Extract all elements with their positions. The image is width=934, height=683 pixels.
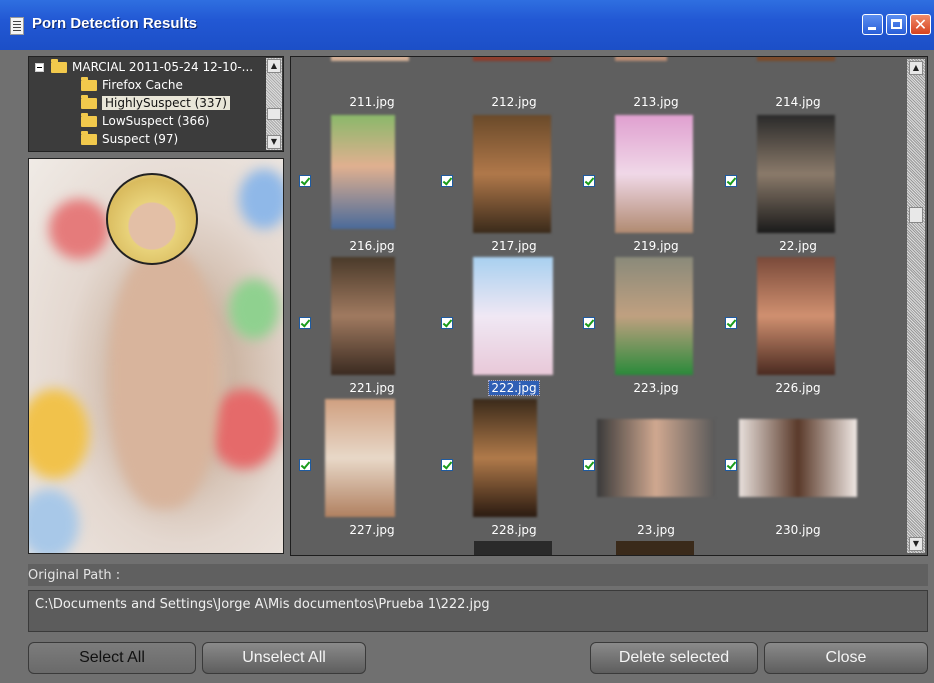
thumbnail-image[interactable] <box>615 115 693 233</box>
thumbnail-filename: 22.jpg <box>779 239 817 253</box>
folder-icon <box>81 95 97 109</box>
delete-selected-button[interactable]: Delete selected <box>590 642 758 674</box>
thumbnail-checkbox[interactable] <box>583 317 595 329</box>
minimize-icon <box>868 27 876 30</box>
original-path-label: Original Path : <box>28 568 121 583</box>
thumbnail-checkbox[interactable] <box>441 175 453 187</box>
unselect-all-button[interactable]: Unselect All <box>202 642 366 674</box>
thumbnail-image[interactable] <box>757 257 835 375</box>
maximize-button[interactable] <box>886 14 907 35</box>
close-icon: ✕ <box>913 15 928 34</box>
thumbnail-image[interactable] <box>331 115 395 229</box>
thumbnail-filename: 219.jpg <box>633 239 679 253</box>
thumbnail-image[interactable] <box>331 257 395 375</box>
thumbnail-partial[interactable] <box>474 541 552 555</box>
thumbnail-image[interactable] <box>473 399 537 517</box>
scroll-up-icon[interactable]: ▲ <box>909 61 923 75</box>
scroll-down-icon[interactable]: ▼ <box>909 537 923 551</box>
tree-item-label: HighlySuspect (337) <box>102 96 230 110</box>
scroll-up-icon[interactable]: ▲ <box>267 59 281 73</box>
thumbnail-checkbox[interactable] <box>583 459 595 471</box>
balloon-shape <box>29 489 79 553</box>
tree-scrollbar[interactable]: ▲ ▼ <box>266 58 282 150</box>
close-button[interactable]: Close <box>764 642 928 674</box>
select-all-button[interactable]: Select All <box>28 642 196 674</box>
thumbnail-partial[interactable] <box>616 541 694 555</box>
thumbnail-filename: 226.jpg <box>775 381 821 395</box>
thumbnail-checkbox[interactable] <box>299 317 311 329</box>
maximize-icon <box>891 19 902 29</box>
thumbnail-checkbox[interactable] <box>299 459 311 471</box>
thumbnail-grid[interactable]: 230.jpg 23.jpg 228.jpg 227.jpg 226.jpg 223.jp… <box>290 56 928 556</box>
thumbnail-filename: 214.jpg <box>775 95 821 109</box>
thumbnail-image[interactable] <box>325 399 395 517</box>
collapse-icon[interactable] <box>35 63 44 72</box>
tree-item-firefox-cache[interactable]: Firefox Cache <box>81 77 183 93</box>
thumbnail-image[interactable] <box>739 419 857 497</box>
grid-scrollbar[interactable]: ▲ ▼ <box>907 59 925 553</box>
folder-icon <box>51 59 67 73</box>
folder-tree[interactable]: MARCIAL 2011-05-24 12-10-... Firefox Cac… <box>28 56 284 152</box>
balloon-shape <box>229 279 279 339</box>
window-title: Porn Detection Results <box>32 15 198 32</box>
tree-item-label: Suspect (97) <box>102 132 179 146</box>
tree-root-label: MARCIAL 2011-05-24 12-10-... <box>72 60 254 74</box>
thumbnail-checkbox[interactable] <box>299 175 311 187</box>
thumbnail-image[interactable] <box>473 257 553 375</box>
tree-item-suspect[interactable]: Suspect (97) <box>81 131 178 147</box>
scroll-thumb[interactable] <box>267 108 281 120</box>
thumbnail-checkbox[interactable] <box>725 175 737 187</box>
thumbnail-checkbox[interactable] <box>725 317 737 329</box>
folder-icon <box>81 131 97 145</box>
tree-root[interactable]: MARCIAL 2011-05-24 12-10-... <box>35 59 253 75</box>
original-path-field[interactable]: C:\Documents and Settings\Jorge A\Mis do… <box>28 590 928 632</box>
scroll-thumb[interactable] <box>909 207 923 223</box>
thumbnail-filename: 223.jpg <box>633 381 679 395</box>
thumbnail-checkbox[interactable] <box>583 175 595 187</box>
scroll-down-icon[interactable]: ▼ <box>267 135 281 149</box>
thumbnail-filename: 230.jpg <box>775 523 821 537</box>
thumbnail-filename: 212.jpg <box>491 95 537 109</box>
thumbnail-checkbox[interactable] <box>441 459 453 471</box>
thumbnail-image[interactable] <box>615 257 693 375</box>
thumbnail-filename: 211.jpg <box>349 95 395 109</box>
balloon-shape <box>49 199 109 259</box>
thumbnail-image[interactable] <box>473 115 551 233</box>
thumbnail-filename: 222.jpg <box>488 380 540 396</box>
thumbnail-filename: 227.jpg <box>349 523 395 537</box>
thumbnail-image[interactable] <box>615 57 667 61</box>
app-icon <box>10 17 24 35</box>
thumbnail-image[interactable] <box>597 419 715 497</box>
thumbnail-image[interactable] <box>757 115 835 233</box>
thumbnail-filename: 23.jpg <box>637 523 675 537</box>
tree-item-label: LowSuspect (366) <box>102 114 210 128</box>
tree-item-label: Firefox Cache <box>102 78 183 92</box>
image-preview <box>28 158 284 554</box>
balloon-shape <box>29 389 89 479</box>
porn-detection-window: Porn Detection Results ✕ MARCIAL 2011-05… <box>0 0 934 683</box>
thumbnail-filename: 216.jpg <box>349 239 395 253</box>
close-window-button[interactable]: ✕ <box>910 14 931 35</box>
thumbnail-filename: 213.jpg <box>633 95 679 109</box>
thumbnail-image[interactable] <box>473 57 551 61</box>
title-bar[interactable]: Porn Detection Results ✕ <box>0 0 934 50</box>
path-header <box>28 564 928 586</box>
thumbnail-image[interactable] <box>757 57 835 61</box>
minimize-button[interactable] <box>862 14 883 35</box>
tree-item-highly-suspect[interactable]: HighlySuspect (337) <box>81 95 230 111</box>
thumbnail-image[interactable] <box>331 57 409 61</box>
thumbnail-checkbox[interactable] <box>725 459 737 471</box>
thumbnail-filename: 217.jpg <box>491 239 537 253</box>
figure-shape <box>109 249 219 509</box>
tree-item-low-suspect[interactable]: LowSuspect (366) <box>81 113 210 129</box>
thumbnail-checkbox[interactable] <box>441 317 453 329</box>
face-detection-circle <box>106 173 198 265</box>
folder-icon <box>81 113 97 127</box>
balloon-shape <box>239 169 283 229</box>
thumbnail-filename: 228.jpg <box>491 523 537 537</box>
balloon-shape <box>209 389 279 469</box>
thumbnail-filename: 221.jpg <box>349 381 395 395</box>
folder-icon <box>81 77 97 91</box>
